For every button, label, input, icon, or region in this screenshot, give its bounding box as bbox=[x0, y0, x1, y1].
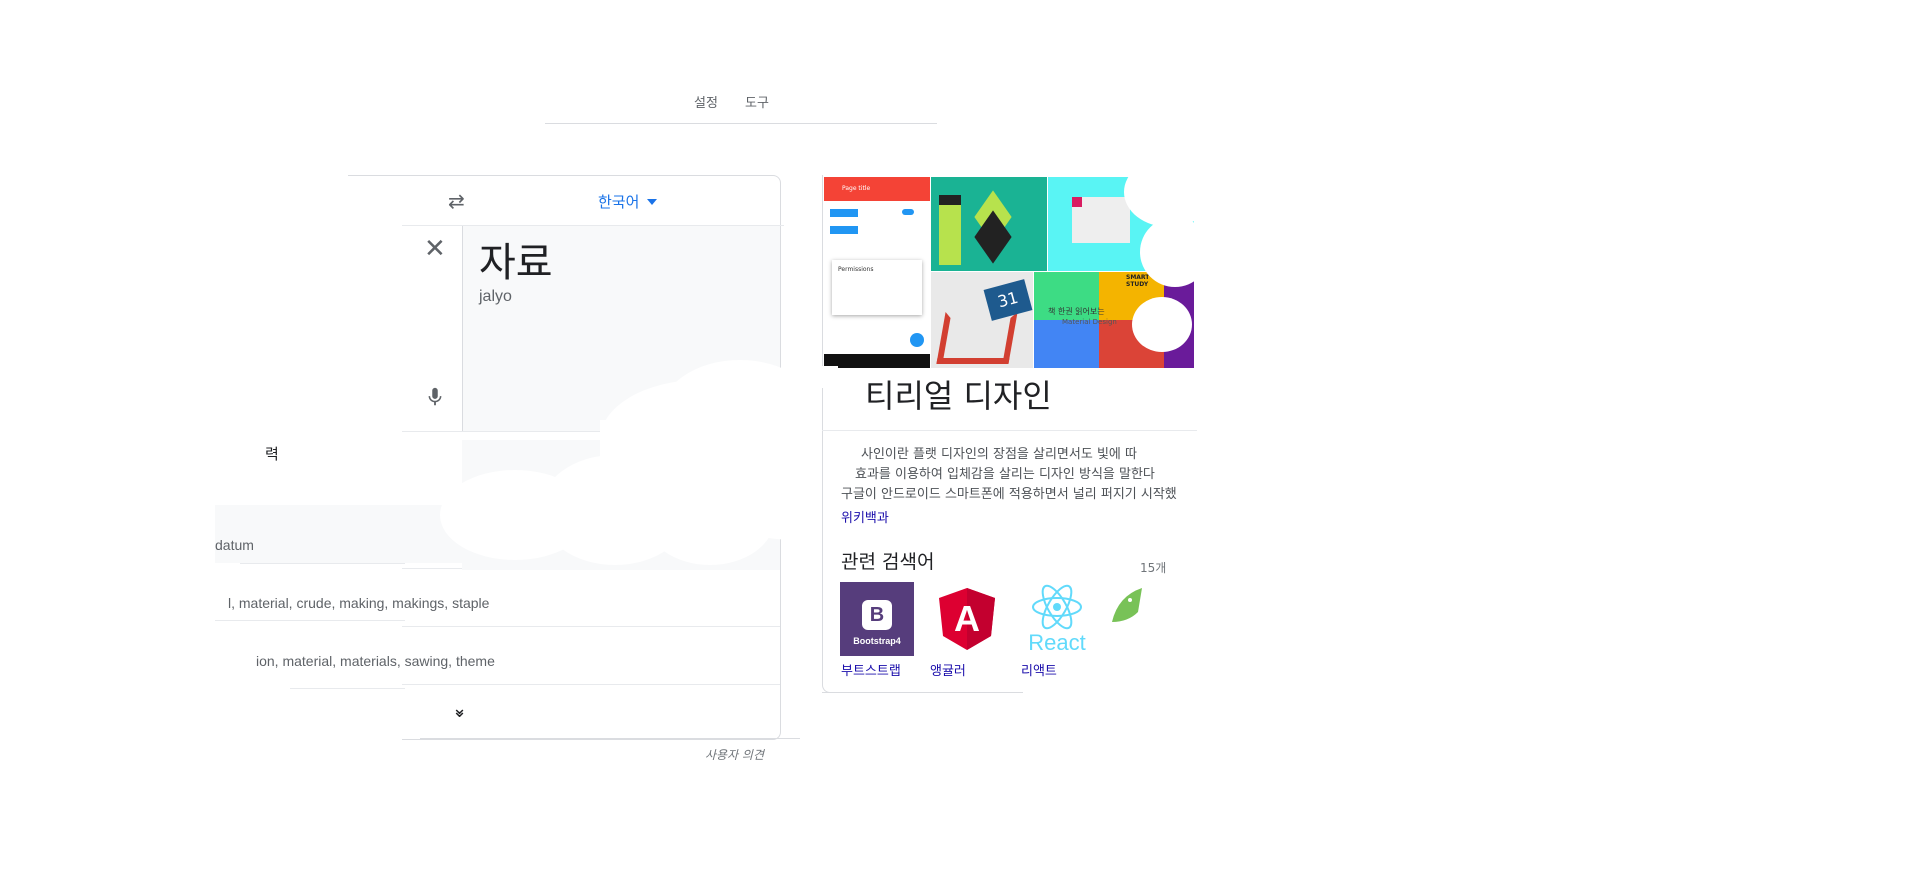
row-divider bbox=[290, 688, 405, 689]
dictionary-row: ion, material, materials, sawing, theme bbox=[256, 653, 495, 669]
related-count[interactable]: 15개 bbox=[1140, 559, 1166, 576]
image-app-mock[interactable]: Page title Permissions bbox=[824, 177, 930, 368]
related-label[interactable]: 리액트 bbox=[1021, 660, 1057, 679]
target-language-selector[interactable]: 한국어 bbox=[598, 191, 639, 212]
translation-text: 자료 bbox=[479, 240, 553, 286]
dictionary-row: datum bbox=[215, 537, 254, 553]
knowledge-panel-images[interactable]: Page title Permissions 31 SMART STUDY 책 … bbox=[824, 177, 1194, 368]
description-line: 구글이 안드로이드 스마트폰에 적용하면서 널리 퍼지기 시작했 bbox=[841, 487, 1177, 502]
banner-line-1: 책 한권 읽어보는 bbox=[1048, 307, 1105, 316]
row-divider bbox=[402, 626, 780, 627]
wikipedia-link[interactable]: 위키백과 bbox=[841, 507, 889, 526]
dialog-title: Permissions bbox=[838, 266, 874, 273]
header-divider bbox=[545, 123, 937, 124]
related-angular-logo[interactable]: A bbox=[930, 582, 1004, 656]
clear-icon[interactable]: ✕ bbox=[424, 236, 446, 262]
related-react-logo[interactable]: React bbox=[1020, 582, 1094, 656]
source-pane[interactable]: ✕ bbox=[402, 226, 463, 431]
microphone-icon[interactable] bbox=[424, 386, 446, 408]
calendar-day: 31 bbox=[983, 279, 1033, 321]
overlay-shape bbox=[600, 420, 815, 505]
related-bootstrap-logo[interactable]: B Bootstrap4 bbox=[840, 582, 914, 656]
language-bar: ⇄ 한국어 bbox=[402, 176, 780, 226]
angular-glyph: A bbox=[954, 598, 980, 639]
android-icon bbox=[1112, 588, 1142, 622]
title-divider bbox=[822, 430, 1197, 431]
related-android-logo[interactable] bbox=[1108, 582, 1148, 632]
related-label[interactable]: 앵귤러 bbox=[930, 660, 966, 679]
knowledge-panel-description: 사인이란 플랫 디자인의 장점을 살리면서도 빛에 따 효과를 이용하여 입체감… bbox=[841, 445, 1196, 505]
settings-link[interactable]: 설정 bbox=[694, 92, 718, 111]
description-line: 효과를 이용하여 입체감을 살리는 디자인 방식을 말한다 bbox=[855, 467, 1155, 482]
row-divider bbox=[215, 620, 405, 621]
related-label[interactable]: 부트스트랩 bbox=[841, 660, 901, 679]
image-teal-layers[interactable] bbox=[931, 177, 1047, 271]
row-divider bbox=[402, 684, 780, 685]
react-icon bbox=[1032, 584, 1082, 630]
card-top-border bbox=[348, 175, 408, 176]
react-logo-text: React bbox=[1028, 630, 1086, 655]
card-bottom-border bbox=[420, 738, 800, 739]
transliteration-text: jalyo bbox=[479, 288, 512, 305]
knowledge-panel-title: 머티리얼 디자인 bbox=[841, 377, 1052, 415]
app-title: Page title bbox=[842, 185, 871, 192]
swap-languages-icon[interactable]: ⇄ bbox=[448, 191, 472, 211]
overlay-shape bbox=[818, 366, 838, 388]
langbar-border bbox=[404, 225, 784, 226]
knowledge-panel-bottom-border bbox=[822, 692, 1022, 693]
bootstrap-logo-text: Bootstrap4 bbox=[853, 636, 901, 646]
banner-line-2: Material Design bbox=[1062, 318, 1117, 326]
expand-chevron-icon[interactable]: ⌄ bbox=[452, 700, 467, 718]
dictionary-row: l, material, crude, making, makings, sta… bbox=[228, 595, 490, 611]
input-label-fragment: 력 bbox=[265, 445, 279, 463]
tools-link[interactable]: 도구 bbox=[745, 92, 769, 111]
overlay-shape bbox=[0, 470, 210, 888]
related-searches-title: 관련 검색어 bbox=[841, 551, 935, 573]
image-gmail-calendar[interactable]: 31 bbox=[931, 272, 1033, 368]
feedback-link[interactable]: 사용자 의견 bbox=[705, 746, 764, 763]
bootstrap-icon: B bbox=[862, 600, 892, 630]
description-line: 사인이란 플랫 디자인의 장점을 살리면서도 빛에 따 bbox=[861, 447, 1137, 462]
chevron-down-icon[interactable] bbox=[647, 199, 657, 205]
row-divider bbox=[240, 563, 405, 564]
